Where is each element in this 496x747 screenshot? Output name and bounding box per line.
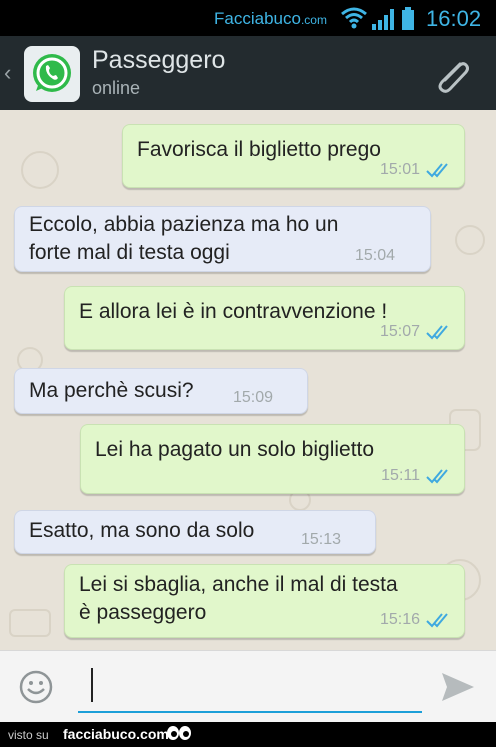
message-bubble-outgoing[interactable]: Lei si sbaglia, anche il mal di testa è p… xyxy=(64,564,465,638)
status-time: 16:02 xyxy=(426,6,482,31)
message-time: 15:01 xyxy=(379,161,420,178)
double-check-icon xyxy=(426,613,448,628)
message-time: 15:09 xyxy=(233,389,274,406)
paperclip-icon[interactable] xyxy=(430,54,474,98)
chat-area[interactable]: Favorisca il biglietto prego 15:01 Eccol… xyxy=(0,110,496,650)
message-text: Lei ha pagato un solo biglietto xyxy=(95,438,375,461)
signal-icon xyxy=(372,9,394,30)
message-meta: 15:09 xyxy=(233,389,273,407)
message-bubble-outgoing[interactable]: Favorisca il biglietto prego 15:01 xyxy=(122,124,465,188)
message-meta: 15:16 xyxy=(380,611,452,629)
watermark-site[interactable]: facciabuco.com xyxy=(63,726,169,742)
chat-header: ‹ Passeggero online xyxy=(0,36,496,110)
message-time: 15:07 xyxy=(379,323,420,340)
text-caret xyxy=(91,668,93,702)
composer-bar xyxy=(0,650,496,723)
double-check-icon xyxy=(426,163,448,178)
emoji-icon[interactable] xyxy=(18,669,54,705)
message-text: Ma perchè scusi? xyxy=(29,379,194,402)
status-bar: Facciabuco.com 16:02 xyxy=(0,0,496,36)
message-text: Favorisca il biglietto prego xyxy=(137,138,381,161)
contact-status: online xyxy=(92,78,141,98)
message-meta: 15:07 xyxy=(380,323,452,341)
message-time: 15:04 xyxy=(355,247,396,264)
contact-name[interactable]: Passeggero xyxy=(92,46,225,75)
whatsapp-logo-icon[interactable] xyxy=(22,44,82,104)
watermark-visto: visto su xyxy=(8,728,49,742)
message-input[interactable] xyxy=(78,665,422,713)
wifi-icon xyxy=(341,7,367,29)
message-bubble-outgoing[interactable]: E allora lei è in contravvenzione ! 15:0… xyxy=(64,286,465,350)
double-check-icon xyxy=(426,325,448,340)
message-time: 15:16 xyxy=(379,611,420,628)
watermark-footer: visto su facciabuco.com xyxy=(0,722,496,747)
message-text: E allora lei è in contravvenzione ! xyxy=(79,300,388,323)
message-time: 15:11 xyxy=(381,467,420,484)
status-brand: Facciabuco.com xyxy=(214,9,327,28)
message-meta: 15:11 xyxy=(381,467,452,485)
message-bubble-incoming[interactable]: Eccolo, abbia pazienza ma ho un forte mal… xyxy=(14,206,431,272)
message-meta: 15:04 xyxy=(355,247,395,265)
message-text: Eccolo, abbia pazienza ma ho un forte mal… xyxy=(29,213,339,264)
message-bubble-outgoing[interactable]: Lei ha pagato un solo biglietto 15:11 xyxy=(80,424,465,494)
status-icons xyxy=(341,7,414,30)
message-meta: 15:13 xyxy=(301,531,341,549)
message-time: 15:13 xyxy=(301,531,342,548)
eyes-logo-icon xyxy=(167,726,191,740)
message-text: Lei si sbaglia, anche il mal di testa è p… xyxy=(79,573,398,624)
double-check-icon xyxy=(426,469,448,484)
message-text: Esatto, ma sono da solo xyxy=(29,519,255,542)
message-meta: 15:01 xyxy=(380,161,452,179)
send-icon[interactable] xyxy=(440,671,476,703)
message-bubble-incoming[interactable]: Esatto, ma sono da solo 15:13 xyxy=(14,510,376,554)
battery-icon xyxy=(402,7,414,30)
message-bubble-incoming[interactable]: Ma perchè scusi? 15:09 xyxy=(14,368,308,414)
back-button[interactable]: ‹ xyxy=(4,60,11,86)
